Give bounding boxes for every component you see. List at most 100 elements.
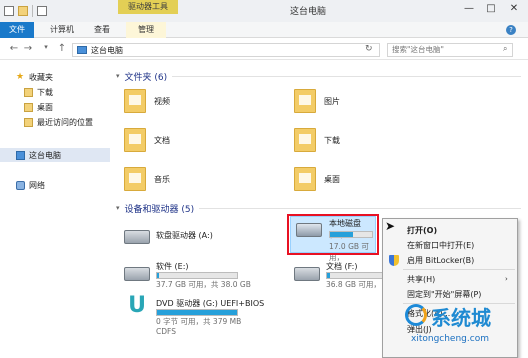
menu-share[interactable]: 共享(H) <box>383 273 519 286</box>
divider <box>199 207 521 209</box>
folder-item-music[interactable]: 音乐 <box>124 167 170 191</box>
drive-item-f[interactable]: 文档 (F:) 36.8 GB 可用， <box>294 261 386 290</box>
usage-bar <box>156 272 238 279</box>
menu-open[interactable]: 打开(O) <box>383 224 519 237</box>
pictures-folder-icon <box>294 89 316 113</box>
refresh-button[interactable]: ↻ <box>365 44 373 54</box>
usage-bar <box>156 309 238 316</box>
floppy-drive-icon <box>124 230 150 244</box>
dvd-drive-icon: U <box>128 293 146 318</box>
nav-desktop[interactable]: 桌面 <box>0 100 110 114</box>
menu-bitlocker[interactable]: 启用 BitLocker(B) <box>383 254 519 267</box>
submenu-arrow-icon: › <box>505 275 508 283</box>
nav-downloads[interactable]: 下载 <box>0 85 110 99</box>
forward-button[interactable]: → <box>22 43 34 54</box>
download-folder-icon <box>24 87 33 97</box>
customize-icon[interactable] <box>37 6 47 16</box>
nav-recent-places[interactable]: 最近访问的位置 <box>0 115 110 129</box>
free-space: 36.8 GB 可用， <box>326 280 381 289</box>
collapse-icon: ▾ <box>116 204 120 212</box>
drive-label: 软盘驱动器 (A:) <box>156 231 213 240</box>
drive-label: 软件 (E:) <box>156 262 189 271</box>
up-button[interactable]: ↑ <box>56 43 68 54</box>
drive-label: 文档 (F:) <box>326 262 358 271</box>
highlight-box <box>287 214 379 255</box>
watermark-brand: 系统城 <box>431 306 491 330</box>
group-title: 设备和驱动器 (5) <box>124 204 195 215</box>
drive-label: DVD 驱动器 (G:) UEFI+BIOS <box>156 299 265 308</box>
computer-icon <box>16 150 25 160</box>
ribbon-tabs: 文件 计算机 查看 管理 ? <box>0 22 528 38</box>
nav-favorites[interactable]: ★ 收藏夹 <box>0 70 110 84</box>
computer-icon <box>77 46 87 54</box>
usage-fill <box>157 273 159 278</box>
drive-item-g[interactable]: U DVD 驱动器 (G:) UEFI+BIOS 0 字节 可用，共 379 M… <box>124 293 265 337</box>
usage-fill <box>157 310 237 315</box>
folder-label: 视频 <box>154 96 170 106</box>
drives-group-header[interactable]: ▾ 设备和驱动器 (5) <box>116 201 521 215</box>
watermark-url: xitongcheng.com <box>411 334 489 344</box>
recent-places-icon <box>24 117 33 127</box>
nav-label: 最近访问的位置 <box>37 117 93 127</box>
folder-item-desktop[interactable]: 桌面 <box>294 167 340 191</box>
nav-label: 桌面 <box>37 102 53 112</box>
search-input[interactable]: 搜索"这台电脑" <box>387 43 513 57</box>
free-space: 37.7 GB 可用，共 38.0 GB <box>156 280 251 289</box>
address-path: 这台电脑 <box>91 45 123 55</box>
maximize-button[interactable]: □ <box>482 2 500 16</box>
folder-label: 桌面 <box>324 174 340 184</box>
drive-item-floppy[interactable]: 软盘驱动器 (A:) <box>124 224 213 244</box>
desktop-folder-icon <box>294 167 316 191</box>
new-folder-icon[interactable] <box>18 6 28 16</box>
watermark: 系统城 xitongcheng.com <box>405 302 525 354</box>
star-icon: ★ <box>16 71 25 82</box>
toolbar-divider <box>32 5 33 17</box>
nav-network[interactable]: 网络 <box>0 178 110 192</box>
tab-computer[interactable]: 计算机 <box>46 22 78 38</box>
minimize-button[interactable]: — <box>460 2 478 16</box>
divider <box>172 75 521 77</box>
free-space: 0 字节 可用，共 379 MB <box>156 317 242 326</box>
help-icon[interactable]: ? <box>506 25 516 35</box>
drive-item-e[interactable]: 软件 (E:) 37.7 GB 可用，共 38.0 GB <box>124 261 251 290</box>
folder-item-pictures[interactable]: 图片 <box>294 89 340 113</box>
recent-dropdown-icon[interactable]: ▾ <box>40 43 52 51</box>
nav-label: 下载 <box>37 87 53 97</box>
menu-pin-start[interactable]: 固定到"开始"屏幕(P) <box>383 288 519 301</box>
group-title: 文件夹 (6) <box>124 72 168 83</box>
folder-label: 下载 <box>324 135 340 145</box>
address-row: ← → ▾ ↑ 这台电脑 ↻ 搜索"这台电脑" ⌕ <box>0 38 528 60</box>
address-bar[interactable]: 这台电脑 <box>72 43 380 57</box>
music-folder-icon <box>124 167 146 191</box>
collapse-icon: ▾ <box>116 72 120 80</box>
folder-item-documents[interactable]: 文档 <box>124 128 170 152</box>
menu-separator <box>403 269 515 270</box>
tab-view[interactable]: 查看 <box>90 22 114 38</box>
folder-item-videos[interactable]: 视频 <box>124 89 170 113</box>
back-button[interactable]: ← <box>8 43 20 54</box>
usage-fill <box>327 273 330 278</box>
folder-item-downloads[interactable]: 下载 <box>294 128 340 152</box>
properties-icon[interactable] <box>4 6 14 16</box>
window-title: 这台电脑 <box>290 7 327 17</box>
nav-this-pc[interactable]: 这台电脑 <box>0 148 110 162</box>
file-system: CDFS <box>156 327 176 336</box>
quick-access-toolbar <box>4 4 47 18</box>
usage-bar <box>326 272 386 279</box>
hard-drive-icon <box>124 267 150 281</box>
nav-label: 这台电脑 <box>29 150 61 160</box>
videos-folder-icon <box>124 89 146 113</box>
folders-group-header[interactable]: ▾ 文件夹 (6) <box>116 69 521 83</box>
tab-manage[interactable]: 管理 <box>126 22 166 38</box>
navigation-pane: ★ 收藏夹 下载 桌面 最近访问的位置 这台电脑 网络 <box>0 60 110 358</box>
menu-open-new-window[interactable]: 在新窗口中打开(E) <box>383 239 519 252</box>
folder-label: 文档 <box>154 135 170 145</box>
drive-tools-context-tab: 驱动器工具 <box>118 0 178 14</box>
folder-label: 图片 <box>324 96 340 106</box>
search-icon[interactable]: ⌕ <box>503 44 507 54</box>
hard-drive-icon <box>294 267 320 281</box>
documents-folder-icon <box>124 128 146 152</box>
folder-label: 音乐 <box>154 174 170 184</box>
close-button[interactable]: ✕ <box>505 2 523 16</box>
tab-file[interactable]: 文件 <box>0 22 34 38</box>
